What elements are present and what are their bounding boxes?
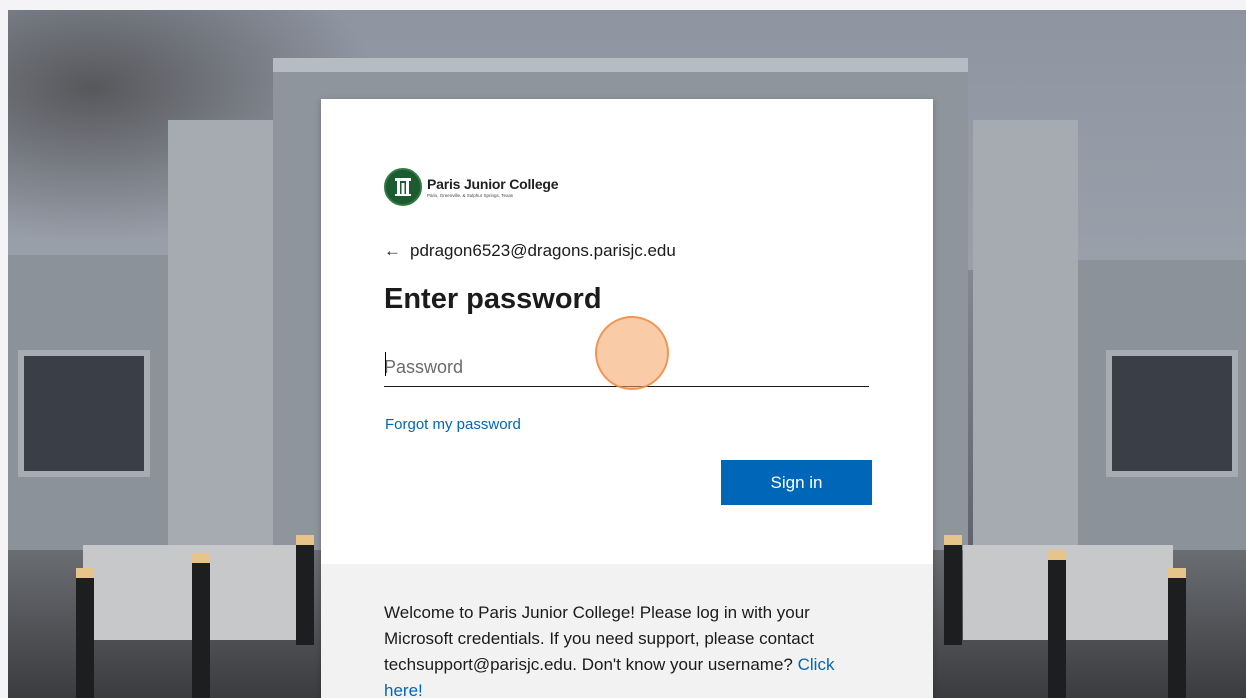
background-bollard <box>192 553 210 698</box>
text-caret <box>385 352 386 376</box>
sign-in-button[interactable]: Sign in <box>721 460 872 505</box>
background-bollard <box>1168 568 1186 698</box>
account-email: pdragon6523@dragons.parisjc.edu <box>410 241 676 260</box>
college-logo-text: Paris Junior College Paris, Greenville, … <box>427 176 559 198</box>
background-planter-right <box>963 545 1173 640</box>
background-bollard <box>944 535 962 645</box>
college-seal-icon <box>384 168 422 206</box>
background-bollard <box>296 535 314 645</box>
forgot-password-link[interactable]: Forgot my password <box>385 416 521 433</box>
background-window-left <box>18 350 150 477</box>
welcome-message-text: Welcome to Paris Junior College! Please … <box>384 603 814 674</box>
page-title: Enter password <box>384 283 602 315</box>
background-pillar-left <box>168 120 273 560</box>
account-identity[interactable]: ← pdragon6523@dragons.parisjc.edu <box>384 239 676 263</box>
background-window-right <box>1106 350 1238 477</box>
college-name: Paris Junior College <box>427 176 559 192</box>
college-logo: Paris Junior College Paris, Greenville, … <box>384 166 559 208</box>
background-pillar-right <box>973 120 1078 560</box>
background-bollard <box>1048 550 1066 698</box>
college-tagline: Paris, Greenville, & Sulphur Springs, Te… <box>427 193 513 198</box>
welcome-message: Welcome to Paris Junior College! Please … <box>384 600 874 698</box>
background-planter-left <box>83 545 298 640</box>
arrow-left-icon[interactable]: ← <box>384 241 401 261</box>
sign-in-card: Paris Junior College Paris, Greenville, … <box>321 99 933 698</box>
sign-in-form: Paris Junior College Paris, Greenville, … <box>321 99 933 564</box>
sign-in-footer: Welcome to Paris Junior College! Please … <box>321 564 933 698</box>
password-input[interactable] <box>384 348 869 387</box>
background-bollard <box>76 568 94 698</box>
